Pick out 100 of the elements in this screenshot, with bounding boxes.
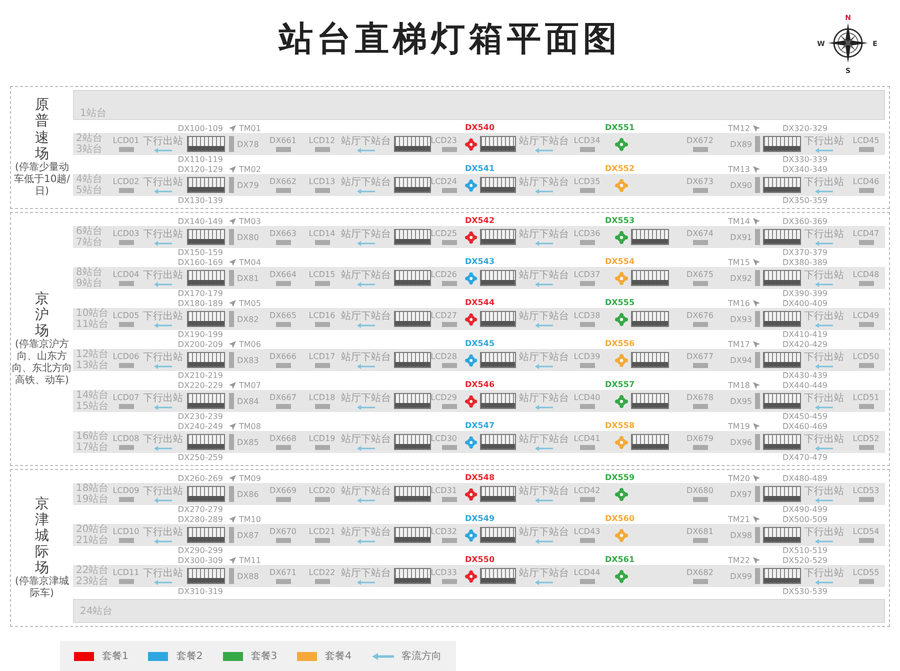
escalator-icon: [480, 229, 516, 245]
platform-label: 9站台: [76, 278, 102, 289]
exit-label: 下行出站: [143, 310, 183, 322]
arrow-icon: [357, 240, 375, 246]
sign-range-label: DX260-269: [178, 473, 223, 483]
exit-label: 下行出站: [804, 434, 844, 444]
pointer-icon: [753, 422, 760, 430]
screen-icon: [442, 322, 457, 327]
pointer-icon: [229, 556, 236, 564]
sign-range-label: DX280-289: [178, 514, 223, 524]
stair-label: 站厅下站台: [519, 392, 569, 404]
package-sign-label: DX560: [605, 514, 635, 524]
screen-icon: [442, 497, 457, 502]
lcd-label: LCD23: [430, 136, 457, 145]
lcd-label: LCD52: [852, 434, 880, 443]
screen-icon: [442, 240, 457, 245]
stair-label: 站厅下站台: [341, 136, 391, 146]
lcd-label: LCD20: [308, 486, 336, 495]
escalator-icon: [187, 393, 225, 409]
screen-icon: [580, 445, 594, 450]
screen-icon: [692, 579, 708, 584]
sign-range-label: DX270-279: [178, 505, 223, 514]
escalator-icon: [394, 136, 431, 152]
sign-range-label: DX300-309: [178, 555, 223, 565]
exit-label: 下行出站: [143, 352, 183, 362]
sign-label: DX677: [686, 352, 714, 361]
escalator-icon: [394, 486, 431, 502]
pointer-icon: [229, 300, 236, 306]
lcd-label: LCD34: [574, 136, 600, 145]
stair-label: 站厅下站台: [341, 176, 391, 188]
escalator-icon: [394, 177, 431, 193]
screen-icon: [118, 579, 134, 584]
arrow-icon: [154, 404, 172, 410]
lcd-label: LCD24: [430, 177, 457, 186]
lcd-label: LCD15: [308, 270, 336, 279]
arrow-icon: [815, 580, 833, 584]
sign-label: DX671: [270, 568, 296, 577]
arrow-icon: [154, 580, 172, 584]
sign-label: DX664: [270, 270, 296, 279]
screen-icon: [118, 445, 134, 450]
zone-note: (停靠京沪方向、山东方向、东北方向高铁、动车): [12, 339, 72, 388]
screen-icon: [442, 538, 457, 543]
sign-range-label: DX180-189: [178, 298, 223, 308]
escalator-icon: [631, 352, 669, 368]
screen-icon: [118, 404, 134, 409]
arrow-icon: [815, 404, 833, 410]
arrow-icon: [357, 538, 375, 544]
platform-label: 7站台: [76, 237, 102, 248]
pillar-icon: [755, 229, 760, 245]
screen-icon: [314, 322, 330, 327]
sign-label: DX98: [730, 530, 752, 540]
sign-range-label: DX380-389: [782, 257, 828, 267]
lcd-label: LCD19: [308, 434, 336, 443]
platform-label: 15站台: [76, 401, 109, 412]
elevator-label: TM15: [728, 258, 750, 266]
sign-range-label: DX330-339: [782, 155, 828, 164]
sign-label: DX680: [686, 486, 714, 495]
platform-label: 11站台: [76, 319, 109, 330]
sign-range-label: DX480-489: [782, 473, 828, 483]
pointer-icon: [753, 474, 760, 482]
compass-rose-icon: [828, 23, 868, 63]
lcd-label: LCD31: [430, 486, 457, 495]
escalator-icon: [763, 568, 801, 584]
sign-range-label: DX190-199: [178, 330, 223, 339]
lcd-label: LCD43: [574, 527, 600, 536]
platform-label: 16站台: [76, 431, 109, 442]
stair-label: 站厅下站台: [341, 434, 391, 444]
elevator-label: TM21: [728, 514, 750, 524]
escalator-icon: [480, 434, 516, 450]
pillar-icon: [229, 311, 234, 327]
arrow-icon: [535, 446, 553, 450]
arrow-icon: [535, 240, 553, 246]
screen-icon: [314, 281, 330, 286]
escalator-icon: [631, 393, 669, 409]
screen-icon: [276, 538, 290, 543]
escalator-icon: [480, 393, 516, 409]
lcd-label: LCD53: [852, 486, 880, 495]
exit-label: 下行出站: [143, 392, 183, 404]
lcd-label: LCD44: [574, 568, 600, 577]
screen-icon: [858, 240, 874, 245]
exit-label: 下行出站: [143, 526, 183, 538]
lcd-label: LCD39: [574, 352, 600, 361]
lcd-label: LCD05: [112, 311, 140, 320]
arrow-icon: [815, 148, 833, 152]
exit-label: 下行出站: [143, 434, 183, 444]
sign-label: DX675: [686, 270, 714, 279]
sign-range-label: DX170-179: [178, 289, 223, 298]
sign-label: DX665: [270, 311, 296, 320]
lcd-label: LCD12: [308, 136, 336, 145]
escalator-icon: [187, 270, 225, 286]
lcd-label: LCD30: [430, 434, 457, 443]
arrow-icon: [154, 240, 172, 246]
screen-icon: [314, 363, 330, 368]
screen-icon: [858, 579, 874, 584]
sign-label: DX681: [686, 527, 714, 536]
stair-label: 站厅下站台: [519, 434, 569, 444]
exit-label: 下行出站: [804, 228, 844, 240]
pillar-icon: [229, 568, 234, 584]
screen-icon: [314, 147, 330, 152]
exit-label: 下行出站: [143, 486, 183, 496]
